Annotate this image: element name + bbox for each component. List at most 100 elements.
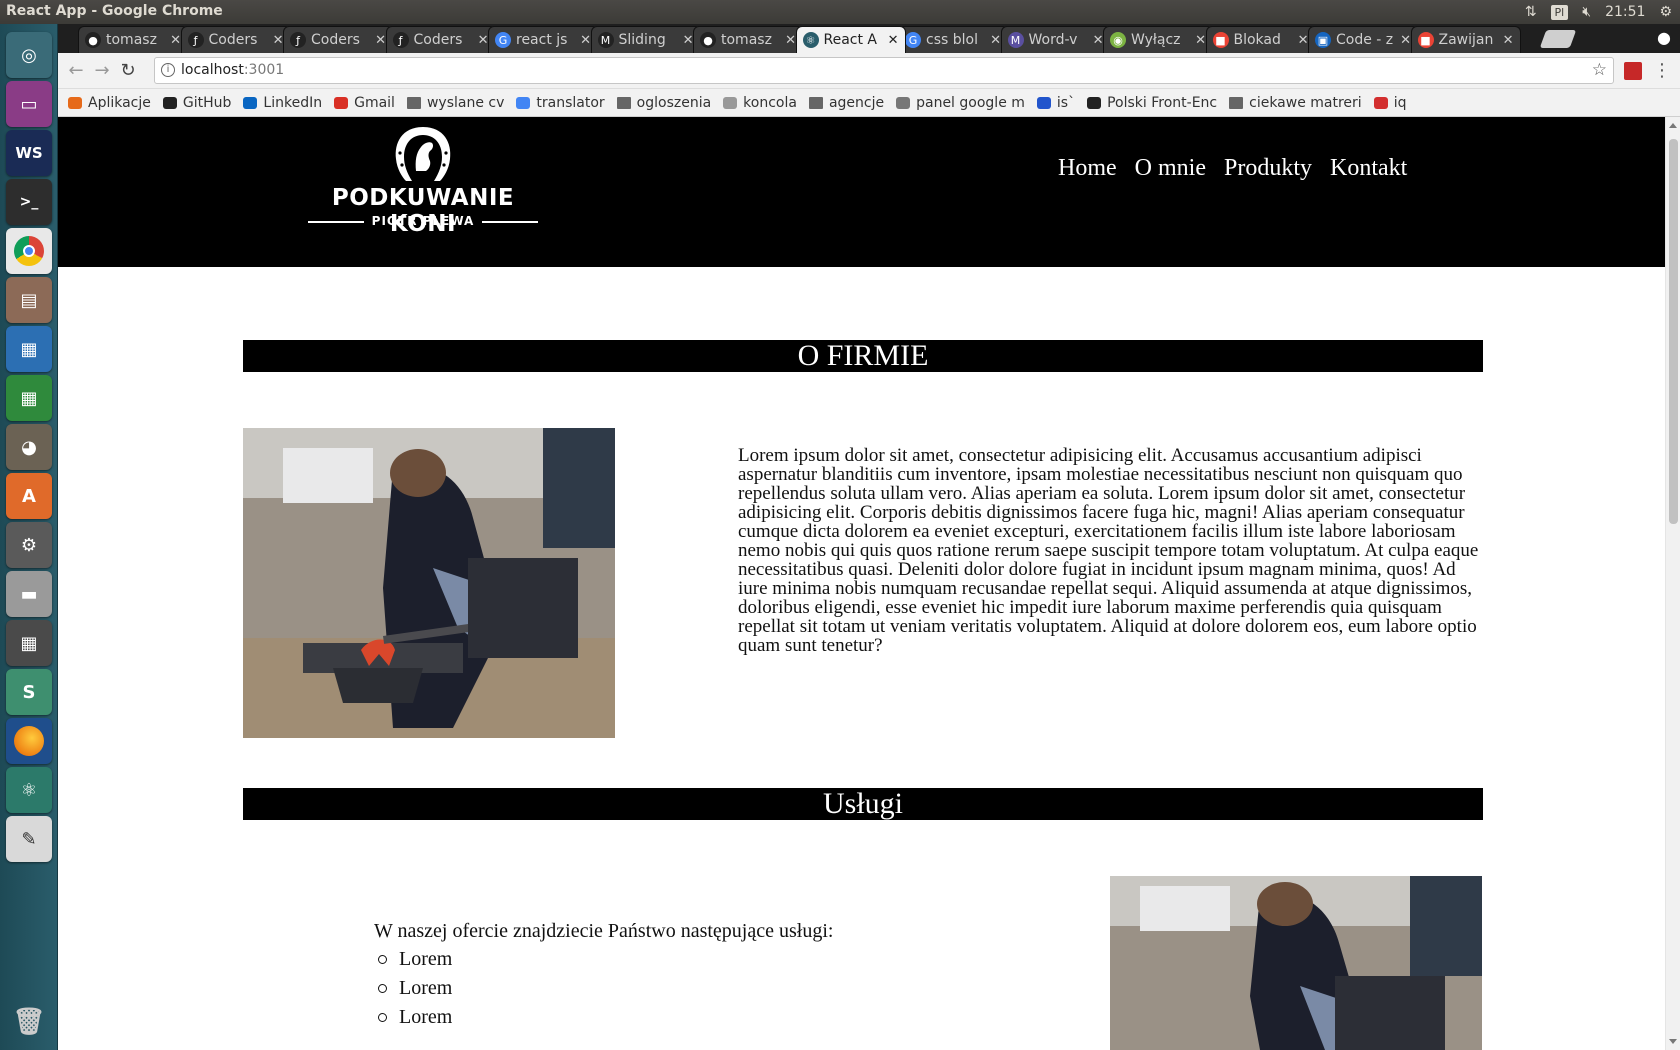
browser-tab[interactable]: ■ Blokad ✕ [1205, 26, 1316, 53]
page-icon [723, 96, 738, 109]
bookmark-item[interactable]: wyslane cv [406, 95, 504, 111]
volume-muted-icon[interactable]: 🔇︎ [1582, 4, 1591, 20]
browser-tab[interactable]: ● tomasz ✕ [78, 26, 188, 53]
tab-close-icon[interactable]: ✕ [1093, 33, 1104, 48]
list-item: Lorem [378, 974, 452, 1003]
linkedin-icon [243, 96, 258, 109]
bookmark-label: koncola [743, 94, 797, 111]
clock[interactable]: 21:51 [1605, 4, 1645, 20]
slack-icon[interactable]: S [6, 669, 52, 715]
browser-tab[interactable]: ƒ Coders ✕ [385, 26, 496, 53]
address-bar[interactable]: i localhost:3001 ☆ [154, 57, 1614, 84]
browser-tab[interactable]: M Sliding ✕ [590, 26, 701, 53]
folder-icon [406, 96, 421, 109]
circle-bullet-icon [378, 1013, 387, 1022]
tab-close-icon[interactable]: ✕ [170, 33, 181, 48]
address-port: :3001 [243, 62, 285, 78]
settings-gear-icon[interactable]: ⚙ [1659, 4, 1672, 20]
bookmark-item[interactable]: ogloszenia [616, 95, 711, 111]
bookmark-item[interactable]: panel google m [896, 95, 1025, 111]
reload-icon[interactable]: ↻ [116, 59, 140, 83]
services-photo [1110, 876, 1482, 1050]
scrollbar-thumb[interactable] [1669, 139, 1678, 524]
bookmarks-bar: Aplikacje GitHub LinkedIn Gmail wyslane cv tr… [58, 89, 1680, 117]
browser-tab[interactable]: ▣ Code - z ✕ [1308, 26, 1418, 53]
services-list: Lorem Lorem Lorem [378, 945, 452, 1032]
browser-tab[interactable]: ● tomasz ✕ [693, 26, 803, 53]
webstorm-icon[interactable]: WS [6, 130, 52, 176]
workspace-switcher-icon[interactable]: ▭ [6, 81, 52, 127]
bookmark-star-icon[interactable]: ☆ [1592, 58, 1607, 83]
nav-kontakt[interactable]: Kontakt [1330, 155, 1407, 182]
circle-bullet-icon [378, 955, 387, 964]
tab-close-icon[interactable]: ✕ [478, 33, 489, 48]
text-editor-icon[interactable]: ✎ [6, 816, 52, 862]
nav-produkty[interactable]: Produkty [1224, 155, 1312, 182]
trash-icon[interactable]: 🗑︎ [6, 999, 52, 1045]
profile-icon[interactable]: ● [1654, 28, 1674, 48]
keyboard-layout-indicator[interactable]: Pl [1550, 4, 1569, 20]
nav-o-mnie[interactable]: O mnie [1135, 155, 1206, 182]
tab-close-icon[interactable]: ✕ [888, 33, 899, 48]
bookmark-item[interactable]: ciekawe matreri [1229, 95, 1362, 111]
scanner-icon[interactable]: ▬ [6, 571, 52, 617]
tab-label: Blokad [1233, 32, 1281, 48]
bookmark-item[interactable]: agencje [808, 95, 884, 111]
list-item: Lorem [378, 945, 452, 974]
page-scrollbar[interactable] [1665, 117, 1680, 1050]
page-viewport: PODKUWANIE KONI PIOTR PLEWA Home O mnie … [58, 117, 1665, 1050]
bookmark-item[interactable]: koncola [723, 95, 797, 111]
site-info-icon[interactable]: i [161, 63, 175, 77]
forward-arrow-icon[interactable]: → [90, 59, 114, 83]
nav-home[interactable]: Home [1058, 155, 1117, 182]
browser-tab[interactable]: Gcss blol ✕ [898, 26, 1008, 53]
chrome-icon[interactable] [6, 228, 52, 274]
terminal-icon[interactable]: >_ [6, 179, 52, 225]
software-center-icon[interactable]: A [6, 473, 52, 519]
bookmark-item[interactable]: is` [1036, 95, 1075, 111]
ubuntu-dash-icon[interactable]: ◎ [6, 32, 52, 78]
bookmark-item[interactable]: translator [516, 95, 605, 111]
scroll-down-arrow-icon[interactable] [1669, 1039, 1677, 1044]
browser-tab[interactable]: ⚛ React A ✕ [795, 26, 906, 53]
network-icon[interactable]: ⇅ [1525, 4, 1537, 20]
new-tab-button[interactable] [1539, 30, 1577, 48]
tab-close-icon[interactable]: ✕ [1298, 33, 1309, 48]
tab-close-icon[interactable]: ✕ [273, 33, 284, 48]
tab-close-icon[interactable]: ✕ [683, 33, 694, 48]
tab-close-icon[interactable]: ✕ [1400, 33, 1411, 48]
tab-close-icon[interactable]: ✕ [785, 33, 796, 48]
tab-close-icon[interactable]: ✕ [375, 33, 386, 48]
tab-close-icon[interactable]: ✕ [580, 33, 591, 48]
tab-label: Wyłącz [1131, 32, 1181, 48]
gimp-icon[interactable]: ◕ [6, 424, 52, 470]
browser-tab[interactable]: ■ Zawijan ✕ [1410, 26, 1521, 53]
panel-indicators: ⇅ Pl 🔇︎ 21:51 ⚙ [1525, 0, 1680, 24]
tab-close-icon[interactable]: ✕ [990, 33, 1001, 48]
atom-icon[interactable]: ⚛ [6, 767, 52, 813]
scroll-up-arrow-icon[interactable] [1669, 123, 1677, 128]
tab-close-icon[interactable]: ✕ [1503, 33, 1514, 48]
calculator-icon[interactable]: ▦ [6, 620, 52, 666]
bookmark-item[interactable]: iq [1373, 95, 1406, 111]
bookmark-item[interactable]: Aplikacje [68, 95, 151, 111]
files-icon[interactable]: ▤ [6, 277, 52, 323]
firefox-icon[interactable] [6, 718, 52, 764]
writer-icon[interactable]: ▦ [6, 326, 52, 372]
back-arrow-icon[interactable]: ← [64, 59, 88, 83]
chrome-menu-icon[interactable]: ⋮ [1650, 59, 1674, 83]
browser-tab[interactable]: ƒ Coders ✕ [180, 26, 291, 53]
browser-tab[interactable]: ◉ Wyłącz ✕ [1103, 26, 1213, 53]
bookmark-item[interactable]: GitHub [162, 95, 231, 111]
site-logo[interactable]: PODKUWANIE KONI PIOTR PLEWA [298, 127, 548, 237]
extension-icon[interactable] [1624, 62, 1642, 80]
bookmark-item[interactable]: LinkedIn [243, 95, 322, 111]
system-settings-icon[interactable]: ⚙ [6, 522, 52, 568]
tab-close-icon[interactable]: ✕ [1195, 33, 1206, 48]
calc-icon[interactable]: ▦ [6, 375, 52, 421]
browser-tab[interactable]: Greact js ✕ [488, 26, 598, 53]
browser-tab[interactable]: ƒ Coders ✕ [283, 26, 393, 53]
bookmark-item[interactable]: Gmail [334, 95, 395, 111]
bookmark-item[interactable]: Polski Front-Enc [1087, 95, 1217, 111]
browser-tab[interactable]: M Word-v ✕ [1000, 26, 1111, 53]
